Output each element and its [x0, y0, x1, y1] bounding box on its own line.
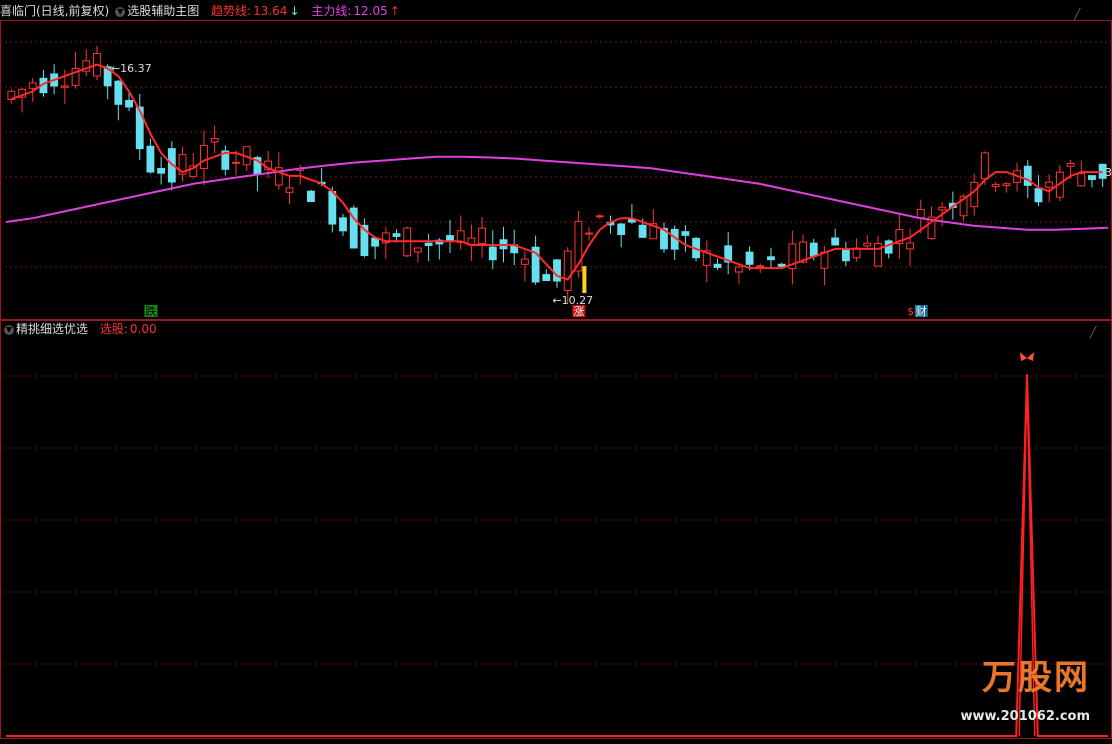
main-header: 喜临门(日线,前复权) ▼ 选股辅助主图 趋势线: 13.64 ↓ 主力线: 12.05 ↑: [0, 1, 402, 21]
candle-body[interactable]: [777, 263, 786, 267]
candle-body[interactable]: [1045, 181, 1054, 188]
candle-body[interactable]: [863, 242, 872, 247]
candle-body[interactable]: [135, 106, 144, 150]
collapse-icon[interactable]: ╱: [1070, 8, 1084, 22]
settings-dot-icon[interactable]: ▼: [115, 6, 126, 17]
candle-body[interactable]: [916, 208, 925, 219]
candle-body[interactable]: [970, 181, 979, 208]
sub-indicator-name[interactable]: 精挑细选优选: [16, 322, 88, 336]
candle-body[interactable]: [488, 246, 497, 261]
signal-highlight-bar: [582, 266, 587, 294]
candle-body[interactable]: [200, 145, 208, 169]
candle-body[interactable]: [585, 232, 594, 235]
marker-label: 涨: [573, 305, 584, 318]
marker-label: 跌: [145, 304, 156, 318]
candle-body[interactable]: [638, 224, 647, 238]
candle-body[interactable]: [874, 243, 882, 267]
candle-body[interactable]: [734, 266, 743, 273]
candle-body[interactable]: [981, 152, 989, 180]
candle-body[interactable]: [146, 145, 155, 173]
candle-body[interactable]: [745, 251, 754, 265]
sub-settings-dot-icon[interactable]: ▼: [4, 324, 14, 335]
trend-label: 趋势线:: [211, 4, 252, 18]
pick-label: 选股:: [99, 322, 128, 336]
candle-body[interactable]: [542, 274, 551, 282]
candle-body[interactable]: [306, 190, 315, 203]
candle-body[interactable]: [841, 249, 850, 262]
candle-body[interactable]: [339, 217, 347, 232]
candle-body[interactable]: [617, 223, 626, 235]
candle-body[interactable]: [392, 233, 401, 237]
candle-body[interactable]: [328, 190, 337, 225]
candle-body[interactable]: [28, 82, 37, 89]
candle-body[interactable]: [553, 259, 561, 282]
candle-body[interactable]: [1066, 162, 1075, 167]
trend-value: 13.64: [253, 4, 288, 18]
candle-body[interactable]: [210, 138, 219, 143]
sub-header: ▼ 精挑细选优选 选股: 0.00: [0, 319, 159, 339]
candle-body[interactable]: [413, 247, 422, 253]
candle-body[interactable]: [713, 263, 722, 268]
sub-collapse-icon[interactable]: ╱: [1086, 326, 1100, 340]
marker-label: 财: [916, 304, 927, 318]
main-line-arrow-icon: ↑: [389, 4, 400, 18]
pick-value: 0.00: [129, 322, 157, 336]
candle-body[interactable]: [1088, 175, 1096, 181]
candle-body[interactable]: [767, 256, 775, 261]
candle-body[interactable]: [60, 85, 69, 88]
stock-name[interactable]: 喜临门(日线,前复权): [0, 4, 109, 18]
candle-body[interactable]: [595, 215, 604, 218]
candle-body[interactable]: [991, 183, 1000, 188]
candle-body[interactable]: [809, 242, 818, 257]
candle-body[interactable]: [884, 240, 893, 254]
candle-body[interactable]: [1077, 173, 1086, 187]
candle-body[interactable]: [424, 242, 433, 246]
watermark-url: www.201062.com: [960, 709, 1090, 724]
candle-body[interactable]: [520, 258, 529, 265]
candle-body[interactable]: [478, 227, 487, 244]
candle-body[interactable]: [938, 206, 947, 211]
candle-body[interactable]: [285, 187, 294, 193]
trend-arrow-icon: ↓: [289, 4, 300, 18]
high-price-label: ←16.37: [111, 62, 152, 75]
candle-body[interactable]: [831, 237, 840, 246]
watermark-logo: 万股网 www.201062.com: [890, 650, 1090, 730]
candle-body[interactable]: [1034, 188, 1043, 203]
candle-body[interactable]: [563, 250, 572, 292]
main-indicator-name[interactable]: 选股辅助主图: [127, 4, 199, 18]
main-line-label: 主力线:: [311, 4, 352, 18]
candle-body[interactable]: [157, 168, 166, 174]
main-line-value: 12.05: [353, 4, 388, 18]
chart-stage: ←16.37 ←10.27 跌涨 $ 财 3 喜临门(日线,前复权) ▼ 选股辅助主图 趋势线…: [0, 0, 1112, 740]
candle-body[interactable]: [114, 80, 123, 105]
candle-body[interactable]: [756, 265, 765, 268]
watermark-title: 万股网: [982, 658, 1090, 698]
right-edge-value: 3: [1105, 166, 1112, 179]
chart-background: [0, 0, 1112, 740]
candle-body[interactable]: [906, 242, 914, 250]
marker-dollar: $: [907, 305, 914, 318]
candle-body[interactable]: [1002, 183, 1011, 186]
candle-body[interactable]: [681, 231, 690, 236]
candle-body[interactable]: [125, 99, 133, 108]
chart-svg[interactable]: ←16.37←10.27跌涨 $ 财3: [0, 0, 1112, 740]
candle-body[interactable]: [232, 161, 240, 164]
